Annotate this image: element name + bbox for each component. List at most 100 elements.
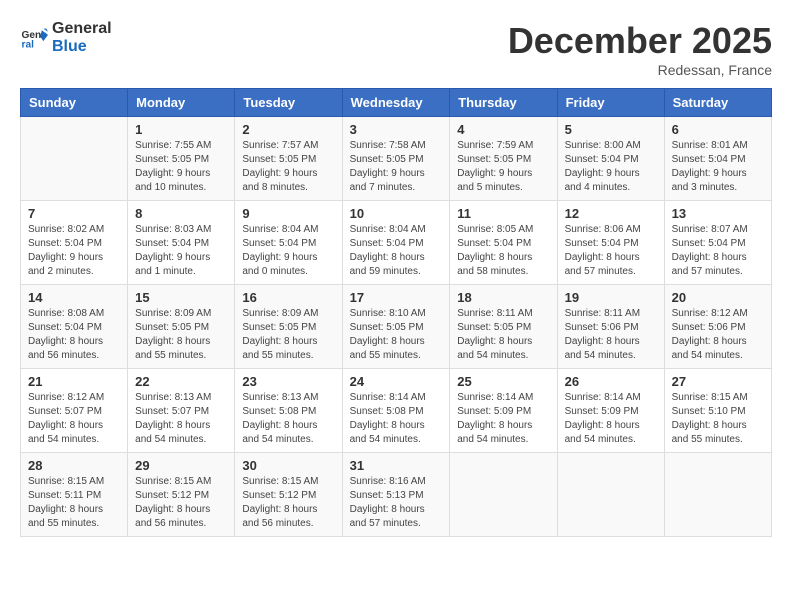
day-number: 8 (135, 206, 227, 221)
calendar-cell: 14 Sunrise: 8:08 AM Sunset: 5:04 PM Dayli… (21, 285, 128, 369)
day-info: Sunrise: 8:09 AM Sunset: 5:05 PM Dayligh… (135, 307, 227, 363)
calendar-cell: 23Sunrise: 8:13 AM Sunset: 5:08 PM Dayli… (235, 369, 342, 453)
calendar-cell (557, 453, 664, 537)
header: Gene ral General Blue December 2025 Rede… (20, 20, 772, 78)
day-number: 3 (350, 122, 443, 137)
calendar-cell: 3Sunrise: 7:58 AM Sunset: 5:05 PM Daylig… (342, 117, 450, 201)
calendar-cell: 1 Sunrise: 7:55 AM Sunset: 5:05 PM Daylig… (128, 117, 235, 201)
day-number: 11 (457, 206, 549, 221)
calendar-cell: 12 Sunrise: 8:06 AM Sunset: 5:04 PM Dayli… (557, 201, 664, 285)
calendar-cell: 6Sunrise: 8:01 AM Sunset: 5:04 PM Daylig… (664, 117, 771, 201)
day-info: Sunrise: 8:16 AM Sunset: 5:13 PM Dayligh… (350, 475, 443, 531)
day-info: Sunrise: 8:08 AM Sunset: 5:04 PM Dayligh… (28, 307, 120, 363)
day-info: Sunrise: 8:14 AM Sunset: 5:09 PM Dayligh… (457, 391, 549, 447)
calendar-table: SundayMondayTuesdayWednesdayThursdayFrid… (20, 88, 772, 537)
title-area: December 2025 Redessan, France (508, 20, 772, 78)
day-info: Sunrise: 8:01 AM Sunset: 5:04 PM Dayligh… (672, 139, 764, 195)
column-header-monday: Monday (128, 89, 235, 117)
logo-line1: General (52, 20, 112, 38)
column-header-saturday: Saturday (664, 89, 771, 117)
day-number: 9 (242, 206, 334, 221)
day-info: Sunrise: 8:04 AM Sunset: 5:04 PM Dayligh… (350, 223, 443, 279)
calendar-week-row: 14 Sunrise: 8:08 AM Sunset: 5:04 PM Dayli… (21, 285, 772, 369)
day-number: 29 (135, 458, 227, 473)
day-info: Sunrise: 8:15 AM Sunset: 5:12 PM Dayligh… (135, 475, 227, 531)
column-header-wednesday: Wednesday (342, 89, 450, 117)
calendar-cell (450, 453, 557, 537)
day-info: Sunrise: 8:13 AM Sunset: 5:07 PM Dayligh… (135, 391, 227, 447)
day-info: Sunrise: 8:00 AM Sunset: 5:04 PM Dayligh… (565, 139, 657, 195)
column-header-friday: Friday (557, 89, 664, 117)
day-number: 15 (135, 290, 227, 305)
calendar-cell (664, 453, 771, 537)
day-info: Sunrise: 8:13 AM Sunset: 5:08 PM Dayligh… (242, 391, 334, 447)
calendar-cell: 22 Sunrise: 8:13 AM Sunset: 5:07 PM Dayli… (128, 369, 235, 453)
calendar-cell: 30 Sunrise: 8:15 AM Sunset: 5:12 PM Dayli… (235, 453, 342, 537)
day-number: 19 (565, 290, 657, 305)
column-header-sunday: Sunday (21, 89, 128, 117)
calendar-cell: 21 Sunrise: 8:12 AM Sunset: 5:07 PM Dayli… (21, 369, 128, 453)
day-info: Sunrise: 8:12 AM Sunset: 5:06 PM Dayligh… (672, 307, 764, 363)
day-number: 18 (457, 290, 549, 305)
day-number: 27 (672, 374, 764, 389)
calendar-cell: 13 Sunrise: 8:07 AM Sunset: 5:04 PM Dayli… (664, 201, 771, 285)
calendar-cell (21, 117, 128, 201)
calendar-cell: 31 Sunrise: 8:16 AM Sunset: 5:13 PM Dayli… (342, 453, 450, 537)
day-info: Sunrise: 8:05 AM Sunset: 5:04 PM Dayligh… (457, 223, 549, 279)
day-info: Sunrise: 8:11 AM Sunset: 5:06 PM Dayligh… (565, 307, 657, 363)
day-info: Sunrise: 8:06 AM Sunset: 5:04 PM Dayligh… (565, 223, 657, 279)
day-number: 24 (350, 374, 443, 389)
day-number: 31 (350, 458, 443, 473)
day-info: Sunrise: 8:12 AM Sunset: 5:07 PM Dayligh… (28, 391, 120, 447)
day-number: 13 (672, 206, 764, 221)
day-info: Sunrise: 8:03 AM Sunset: 5:04 PM Dayligh… (135, 223, 227, 279)
calendar-week-row: 1 Sunrise: 7:55 AM Sunset: 5:05 PM Daylig… (21, 117, 772, 201)
day-number: 12 (565, 206, 657, 221)
column-header-tuesday: Tuesday (235, 89, 342, 117)
day-number: 22 (135, 374, 227, 389)
day-number: 1 (135, 122, 227, 137)
day-info: Sunrise: 8:09 AM Sunset: 5:05 PM Dayligh… (242, 307, 334, 363)
calendar-cell: 2 Sunrise: 7:57 AM Sunset: 5:05 PM Daylig… (235, 117, 342, 201)
calendar-cell: 24 Sunrise: 8:14 AM Sunset: 5:08 PM Dayli… (342, 369, 450, 453)
calendar-cell: 8 Sunrise: 8:03 AM Sunset: 5:04 PM Daylig… (128, 201, 235, 285)
day-info: Sunrise: 7:59 AM Sunset: 5:05 PM Dayligh… (457, 139, 549, 195)
day-info: Sunrise: 8:15 AM Sunset: 5:10 PM Dayligh… (672, 391, 764, 447)
day-number: 28 (28, 458, 120, 473)
day-info: Sunrise: 8:14 AM Sunset: 5:08 PM Dayligh… (350, 391, 443, 447)
calendar-cell: 28Sunrise: 8:15 AM Sunset: 5:11 PM Dayli… (21, 453, 128, 537)
calendar-body: 1 Sunrise: 7:55 AM Sunset: 5:05 PM Daylig… (21, 117, 772, 537)
calendar-cell: 18 Sunrise: 8:11 AM Sunset: 5:05 PM Dayli… (450, 285, 557, 369)
logo-icon: Gene ral (20, 24, 48, 52)
day-number: 4 (457, 122, 549, 137)
day-info: Sunrise: 7:57 AM Sunset: 5:05 PM Dayligh… (242, 139, 334, 195)
day-info: Sunrise: 7:55 AM Sunset: 5:05 PM Dayligh… (135, 139, 227, 195)
day-number: 7 (28, 206, 120, 221)
calendar-cell: 26 Sunrise: 8:14 AM Sunset: 5:09 PM Dayli… (557, 369, 664, 453)
day-info: Sunrise: 8:04 AM Sunset: 5:04 PM Dayligh… (242, 223, 334, 279)
day-info: Sunrise: 8:07 AM Sunset: 5:04 PM Dayligh… (672, 223, 764, 279)
calendar-cell: 17Sunrise: 8:10 AM Sunset: 5:05 PM Dayli… (342, 285, 450, 369)
day-number: 21 (28, 374, 120, 389)
svg-text:ral: ral (22, 39, 35, 50)
calendar-cell: 7Sunrise: 8:02 AM Sunset: 5:04 PM Daylig… (21, 201, 128, 285)
calendar-cell: 19 Sunrise: 8:11 AM Sunset: 5:06 PM Dayli… (557, 285, 664, 369)
calendar-cell: 20 Sunrise: 8:12 AM Sunset: 5:06 PM Dayli… (664, 285, 771, 369)
calendar-cell: 15 Sunrise: 8:09 AM Sunset: 5:05 PM Dayli… (128, 285, 235, 369)
month-title: December 2025 (508, 20, 772, 62)
day-number: 14 (28, 290, 120, 305)
day-info: Sunrise: 8:11 AM Sunset: 5:05 PM Dayligh… (457, 307, 549, 363)
day-number: 26 (565, 374, 657, 389)
calendar-week-row: 21 Sunrise: 8:12 AM Sunset: 5:07 PM Dayli… (21, 369, 772, 453)
calendar-cell: 5Sunrise: 8:00 AM Sunset: 5:04 PM Daylig… (557, 117, 664, 201)
calendar-header-row: SundayMondayTuesdayWednesdayThursdayFrid… (21, 89, 772, 117)
day-number: 2 (242, 122, 334, 137)
calendar-cell: 29 Sunrise: 8:15 AM Sunset: 5:12 PM Dayli… (128, 453, 235, 537)
calendar-cell: 4 Sunrise: 7:59 AM Sunset: 5:05 PM Daylig… (450, 117, 557, 201)
day-number: 20 (672, 290, 764, 305)
day-info: Sunrise: 8:15 AM Sunset: 5:12 PM Dayligh… (242, 475, 334, 531)
calendar-cell: 10Sunrise: 8:04 AM Sunset: 5:04 PM Dayli… (342, 201, 450, 285)
day-number: 16 (242, 290, 334, 305)
day-info: Sunrise: 8:14 AM Sunset: 5:09 PM Dayligh… (565, 391, 657, 447)
day-number: 30 (242, 458, 334, 473)
